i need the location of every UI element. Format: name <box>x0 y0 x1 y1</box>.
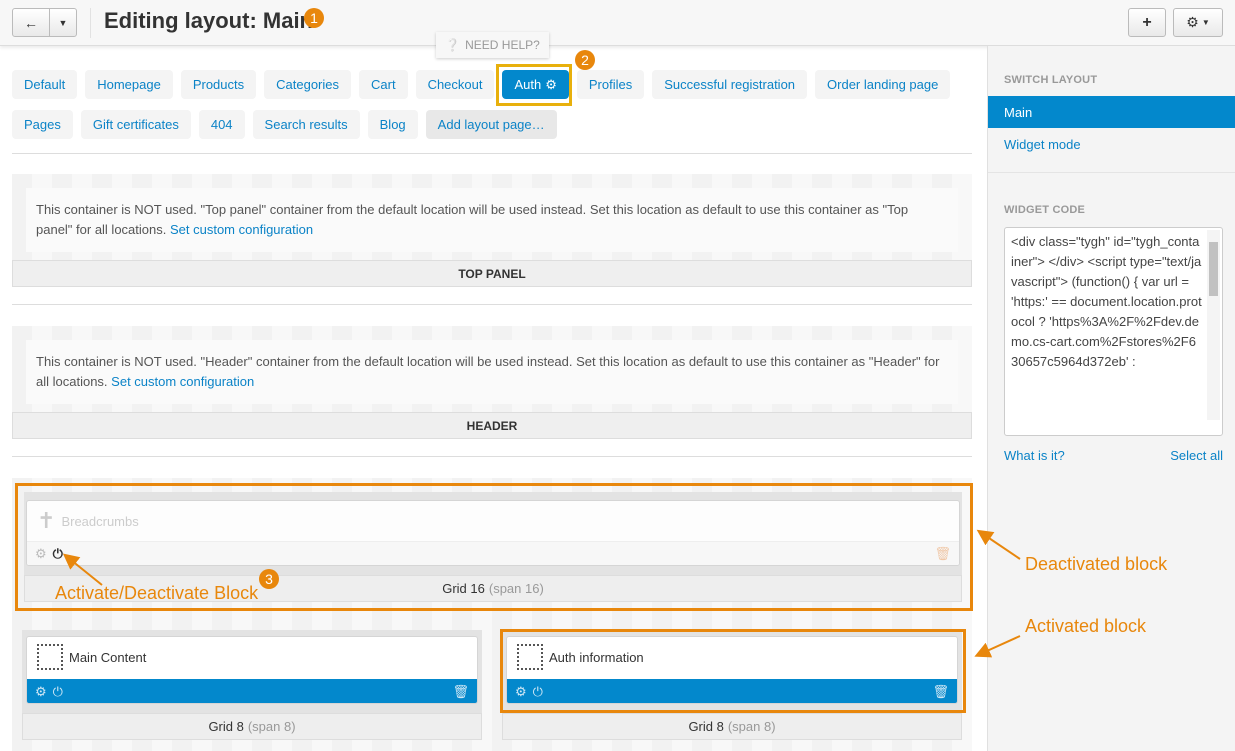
gear-icon[interactable]: ⚙ <box>545 77 557 93</box>
tab-search-results[interactable]: Search results <box>252 110 360 139</box>
trash-icon[interactable]: 🗑 <box>934 547 951 560</box>
page-title: Editing layout: Main <box>104 8 313 33</box>
need-help-button[interactable]: ❔ NEED HELP? <box>436 32 549 58</box>
scrollbar[interactable] <box>1207 230 1220 420</box>
main-container: ✝ Breadcrumbs ⚙ ⏻ 🗑 Grid 16 (span 16) Main C… <box>12 478 972 751</box>
tab-pages[interactable]: Pages <box>12 110 73 139</box>
gear-icon[interactable]: ⚙ <box>35 547 47 560</box>
layout-tabs-row-2: Pages Gift certificates 404 Search resul… <box>12 110 557 139</box>
power-icon[interactable]: ⏻ <box>53 685 63 698</box>
grid-label: Grid 8 (span 8) <box>502 713 962 740</box>
container-title: HEADER <box>12 412 972 439</box>
tab-404[interactable]: 404 <box>198 110 245 139</box>
block-placeholder-icon <box>37 644 63 670</box>
divider <box>12 304 972 305</box>
auth-information-block[interactable]: Auth information ⚙ ⏻ 🗑 <box>506 636 958 704</box>
container-note: This container is NOT used. "Header" con… <box>26 340 958 404</box>
select-all-link[interactable]: Select all <box>1170 448 1223 463</box>
settings-button[interactable]: ⚙ ▼ <box>1173 8 1223 37</box>
activate-annotation: Activate/Deactivate Block <box>55 583 259 603</box>
back-button[interactable]: ← <box>12 8 50 37</box>
widget-code-heading: WIDGET CODE <box>1004 204 1086 216</box>
tab-gift-certificates[interactable]: Gift certificates <box>80 110 191 139</box>
what-is-it-link[interactable]: What is it? <box>1004 448 1065 463</box>
tab-default[interactable]: Default <box>12 70 78 99</box>
deactivated-annotation: Deactivated block <box>1025 554 1168 574</box>
set-custom-configuration-link[interactable]: Set custom configuration <box>170 222 313 237</box>
activated-annotation: Activated block <box>1025 616 1147 636</box>
layout-tabs-row-1: Default Homepage Products Categories Car… <box>12 70 951 99</box>
arrow-left-icon: ← <box>24 14 38 31</box>
tab-order-landing-page[interactable]: Order landing page <box>815 70 951 99</box>
header-container: This container is NOT used. "Header" con… <box>12 326 972 439</box>
caret-down-icon: ▼ <box>58 17 68 28</box>
container-note: This container is NOT used. "Top panel" … <box>26 188 958 252</box>
caret-down-icon: ▼ <box>1201 18 1210 27</box>
breadcrumbs-block[interactable]: ✝ Breadcrumbs ⚙ ⏻ 🗑 <box>26 500 960 566</box>
sidebar-item-main[interactable]: Main <box>988 96 1235 128</box>
divider <box>12 456 972 457</box>
container-title: TOP PANEL <box>12 260 972 287</box>
gear-icon: ⚙ <box>1186 14 1199 30</box>
tab-successful-registration[interactable]: Successful registration <box>652 70 808 99</box>
grid-8-right: Auth information ⚙ ⏻ 🗑 Grid 8 (span 8) <box>502 630 962 740</box>
trash-icon[interactable]: 🗑 <box>452 685 469 698</box>
gear-icon[interactable]: ⚙ <box>35 685 47 698</box>
set-custom-configuration-link[interactable]: Set custom configuration <box>111 374 254 389</box>
switch-layout-heading: SWITCH LAYOUT <box>1004 74 1098 86</box>
divider <box>12 153 972 154</box>
annotation-badge-3: 3 <box>259 569 279 589</box>
top-toolbar: ← ▼ Editing layout: Main 1 + ⚙ ▼ <box>0 0 1235 46</box>
grid-label: Grid 8 (span 8) <box>22 713 482 740</box>
block-placeholder-icon <box>517 644 543 670</box>
trash-icon[interactable]: 🗑 <box>932 685 949 698</box>
add-button[interactable]: + <box>1128 8 1166 37</box>
tab-products[interactable]: Products <box>180 70 257 99</box>
widget-code-textarea[interactable]: <div class="tygh" id="tygh_container"> <… <box>1004 227 1223 436</box>
question-circle-icon: ❔ <box>445 38 461 52</box>
sidebar: SWITCH LAYOUT Main Widget mode WIDGET CO… <box>987 46 1235 751</box>
grid-8-left: Main Content ⚙ ⏻ 🗑 Grid 8 (span 8) <box>22 630 482 740</box>
tab-cart[interactable]: Cart <box>359 70 408 99</box>
power-icon[interactable]: ⏻ <box>533 685 543 698</box>
tab-homepage[interactable]: Homepage <box>85 70 173 99</box>
power-icon[interactable]: ⏻ <box>53 547 63 560</box>
main-content-block[interactable]: Main Content ⚙ ⏻ 🗑 <box>26 636 478 704</box>
annotation-badge-2: 2 <box>575 50 595 70</box>
tab-profiles[interactable]: Profiles <box>576 70 645 99</box>
sidebar-item-widget-mode[interactable]: Widget mode <box>988 128 1235 160</box>
gear-icon[interactable]: ⚙ <box>515 685 527 698</box>
signpost-icon: ✝ <box>37 508 56 533</box>
back-dropdown-button[interactable]: ▼ <box>49 8 77 37</box>
tab-categories[interactable]: Categories <box>264 70 351 99</box>
annotation-badge-1: 1 <box>304 8 324 28</box>
tab-checkout[interactable]: Checkout <box>415 70 495 99</box>
add-layout-page-button[interactable]: Add layout page… <box>425 110 557 139</box>
tab-auth[interactable]: Auth ⚙ <box>502 70 569 99</box>
tab-blog[interactable]: Blog <box>367 110 418 139</box>
top-panel-container: This container is NOT used. "Top panel" … <box>12 174 972 287</box>
plus-icon: + <box>1142 13 1152 31</box>
